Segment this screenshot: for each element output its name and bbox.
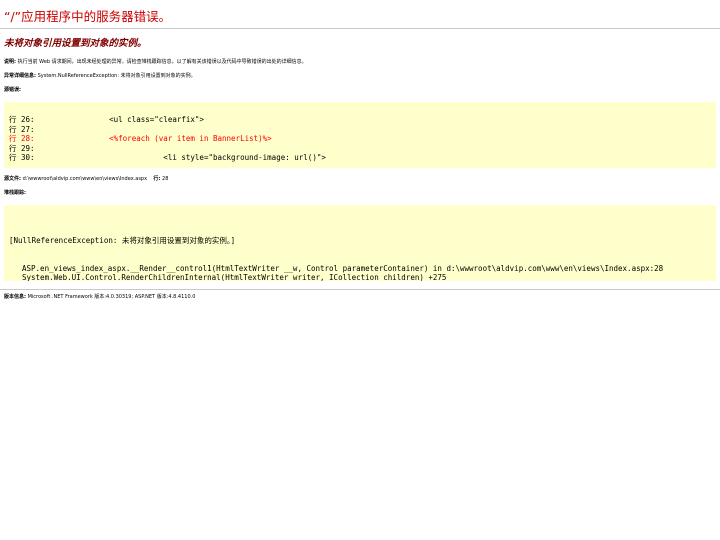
- error-title: 未将对象引用设置到对象的实例。: [4, 38, 147, 49]
- stack-frame: System.Web.UI.Control.RenderChildrenInte…: [22, 273, 447, 281]
- error-page: “/”应用程序中的服务器错误。 未将对象引用设置到对象的实例。 说明: 执行当前…: [0, 0, 720, 301]
- source-line-code: <%foreach (var item in BannerList)%>: [73, 134, 272, 144]
- stack-trace-line: 堆栈跟踪:: [4, 190, 716, 197]
- source-file-path: d:\wwwroot\aldvip.com\www\en\views\Index…: [22, 176, 148, 182]
- source-line-number: 行 27:: [9, 124, 35, 134]
- source-line-number: 行 28:: [9, 134, 35, 144]
- version-text: Microsoft .NET Framework 版本:4.0.30319; A…: [27, 294, 196, 300]
- stack-trace-code-box: [NullReferenceException: 未将对象引用设置到对象的实例。…: [4, 205, 716, 281]
- stack-trace-header: [NullReferenceException: 未将对象引用设置到对象的实例。…: [9, 236, 236, 245]
- source-code-line: 行 30: <li style="background-image: url()…: [9, 153, 716, 163]
- source-error-code-box: 行 26: <ul class="clearfix"> 行 27: 行 28: <%…: [4, 102, 716, 168]
- description-line: 说明: 执行当前 Web 请求期间，出现未经处理的异常。请检查堆栈跟踪信息，以了…: [4, 59, 716, 66]
- app-error-heading: “/”应用程序中的服务器错误。: [4, 9, 172, 24]
- source-line-code: <ul class="clearfix">: [73, 115, 204, 124]
- source-line-code: <li style="background-image: url()">: [73, 153, 326, 163]
- source-line-number: 行 26:: [9, 115, 35, 124]
- version-label: 版本信息:: [4, 294, 26, 300]
- source-line-number: 行 29:: [9, 143, 35, 153]
- description-label: 说明:: [4, 59, 16, 65]
- source-line-label: 行:: [153, 176, 161, 182]
- exception-text: System.NullReferenceException: 未将对象引用设置到…: [37, 73, 196, 79]
- stack-trace-label: 堆栈跟踪:: [4, 190, 26, 196]
- stack-frame: ASP.en_views_index_aspx.__Render__contro…: [22, 263, 664, 273]
- source-line-number: 行 30:: [9, 153, 35, 163]
- description-text: 执行当前 Web 请求期间，出现未经处理的异常。请检查堆栈跟踪信息，以了解有关该…: [17, 59, 307, 65]
- exception-details-line: 异常详细信息: System.NullReferenceException: 未…: [4, 73, 716, 80]
- source-error-line: 源错误:: [4, 87, 716, 94]
- source-code-line: 行 28: <%foreach (var item in BannerList)…: [9, 134, 716, 144]
- source-file-label: 源文件:: [4, 176, 21, 182]
- exception-label: 异常详细信息:: [4, 73, 37, 79]
- source-code-line: 行 26: <ul class="clearfix">: [9, 115, 716, 125]
- source-code-line: 行 27:: [9, 125, 716, 135]
- source-error-label: 源错误:: [4, 87, 21, 93]
- version-line: 版本信息: Microsoft .NET Framework 版本:4.0.30…: [4, 294, 716, 301]
- source-file-line: 源文件: d:\wwwroot\aldvip.com\www\en\views\…: [4, 176, 716, 183]
- source-code-line: 行 29:: [9, 144, 716, 154]
- source-line-value: 28: [162, 176, 169, 182]
